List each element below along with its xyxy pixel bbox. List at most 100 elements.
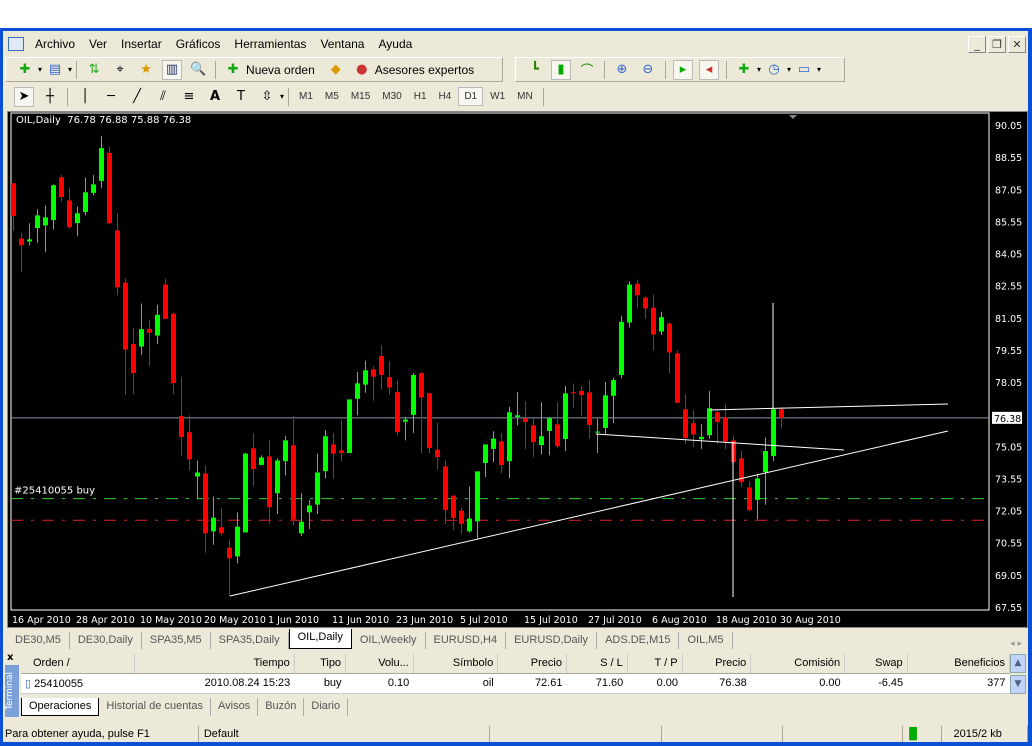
menu-archivo[interactable]: Archivo <box>30 37 84 51</box>
auto-scroll-icon[interactable]: ▸ <box>673 59 693 80</box>
table-row[interactable]: ▯ 25410055 2010.08.24 15:23 buy 0.10 oil 72.6… <box>21 673 1010 694</box>
column-header[interactable]: S / L <box>566 654 628 674</box>
templates-icon[interactable]: ▭ <box>794 60 814 80</box>
chart-tab[interactable]: DE30,Daily <box>70 632 142 649</box>
chart-tab[interactable]: EURUSD,Daily <box>506 632 598 649</box>
new-chart-icon[interactable]: ✚ <box>15 60 35 80</box>
column-header[interactable]: Beneficios <box>907 654 1011 674</box>
app-icon[interactable] <box>8 37 24 51</box>
candle-body <box>363 370 368 385</box>
timeframe-m30[interactable]: M30 <box>377 88 406 105</box>
menu-insertar[interactable]: Insertar <box>116 37 171 51</box>
timeframe-m5[interactable]: M5 <box>320 88 344 105</box>
equidistant-channel-icon[interactable]: ⫽ <box>153 87 173 107</box>
market-watch-icon[interactable]: ⇅ <box>84 60 104 80</box>
timeframe-w1[interactable]: W1 <box>485 88 510 105</box>
zoom-out-icon[interactable]: ⊖ <box>638 60 658 80</box>
menu-graficos[interactable]: Gráficos <box>171 37 230 51</box>
zoom-in-icon[interactable]: ⊕ <box>612 60 632 80</box>
text-icon[interactable]: A <box>205 87 225 107</box>
expert-advisors-button[interactable]: Asesores expertos <box>375 63 474 77</box>
terminal-tab[interactable]: Operaciones <box>21 698 100 716</box>
chart-tab[interactable]: OIL,M5 <box>679 632 733 649</box>
column-header[interactable]: Comisión <box>750 654 846 674</box>
column-header[interactable]: Volu... <box>345 654 414 674</box>
candlestick-icon[interactable]: ▮ <box>551 59 571 80</box>
candle-body <box>43 217 48 226</box>
chart-window[interactable]: #25410055 buy 90.05 88.55 87.05 85.55 84.05 82… <box>7 111 1028 628</box>
candle-body <box>259 457 264 465</box>
periods-icon[interactable]: ◷ <box>764 60 784 80</box>
timeframe-h1[interactable]: H1 <box>409 88 432 105</box>
trendline <box>229 430 949 597</box>
menu-ayuda[interactable]: Ayuda <box>373 37 421 51</box>
fibonacci-icon[interactable]: ≡ <box>179 87 199 107</box>
close-button[interactable]: ✕ <box>1008 36 1026 53</box>
column-header[interactable]: Tipo <box>294 654 347 674</box>
column-header[interactable]: Símbolo <box>413 654 499 674</box>
strategy-tester-icon[interactable]: 🔍 <box>188 60 208 80</box>
column-header[interactable]: T / P <box>627 654 683 674</box>
timeframe-m15[interactable]: M15 <box>346 88 375 105</box>
column-header[interactable]: Precio <box>682 654 752 674</box>
warning-icon[interactable]: ◆ <box>326 60 346 80</box>
chart-header: OIL,Daily 76.78 76.88 75.88 76.38 <box>16 115 191 126</box>
line-chart-icon[interactable]: ⌒ <box>577 60 597 80</box>
scroll-down-icon[interactable]: ▼ <box>1010 675 1026 694</box>
terminal-scrollbar[interactable]: ▲ ▼ <box>1010 654 1027 695</box>
candle-body <box>171 313 176 384</box>
cursor-icon[interactable]: ➤ <box>14 86 34 107</box>
arrows-icon[interactable]: ⇳ <box>257 87 277 107</box>
terminal-tab[interactable]: Diario <box>304 698 349 716</box>
terminal-icon[interactable]: ▥ <box>162 59 183 80</box>
terminal-tab[interactable]: Buzón <box>258 698 305 716</box>
restore-button[interactable]: ❐ <box>988 36 1006 53</box>
chart-tab[interactable]: SPA35,Daily <box>211 632 289 649</box>
table-cell: 0.10 <box>345 673 414 694</box>
candlestick-chart[interactable]: #25410055 buy 90.05 88.55 87.05 85.55 84.05 82… <box>8 112 1029 629</box>
menu-herramientas[interactable]: Herramientas <box>229 37 315 51</box>
chart-symbol: OIL,Daily <box>16 115 61 126</box>
horizontal-line-icon[interactable]: ─ <box>101 87 121 107</box>
timeframe-d1[interactable]: D1 <box>458 87 484 106</box>
candle-body <box>619 321 624 375</box>
navigator-icon[interactable]: ★ <box>136 60 156 80</box>
terminal-tab[interactable]: Avisos <box>211 698 259 716</box>
new-order-button[interactable]: Nueva orden <box>246 63 315 77</box>
candle-body <box>275 460 280 494</box>
crosshair-icon[interactable]: ⌖ <box>110 60 130 80</box>
trendline-icon[interactable]: ╱ <box>127 87 147 107</box>
chart-tab[interactable]: ADS.DE,M15 <box>597 632 680 649</box>
vertical-line-icon[interactable]: │ <box>75 87 95 107</box>
column-header[interactable]: Orden / <box>21 654 135 674</box>
candle-body <box>715 412 720 422</box>
timeframe-h4[interactable]: H4 <box>434 88 457 105</box>
profiles-icon[interactable]: ▤ <box>45 60 65 80</box>
new-order-icon[interactable]: ✚ <box>223 60 243 80</box>
expert-advisors-icon[interactable]: ● <box>352 60 372 80</box>
table-cell: 0.00 <box>627 673 683 694</box>
column-header[interactable]: Precio <box>497 654 567 674</box>
terminal-tab[interactable]: Historial de cuentas <box>99 698 211 716</box>
scroll-up-icon[interactable]: ▲ <box>1010 654 1026 673</box>
crosshair-tool-icon[interactable]: ┼ <box>40 87 60 107</box>
menu-ventana[interactable]: Ventana <box>315 37 373 51</box>
chart-tab[interactable]: OIL,Daily <box>288 629 352 649</box>
column-header[interactable]: Swap <box>844 654 908 674</box>
minimize-button[interactable]: _ <box>968 36 986 53</box>
timeframe-m1[interactable]: M1 <box>294 88 318 105</box>
indicators-icon[interactable]: ✚ <box>734 60 754 80</box>
menu-ver[interactable]: Ver <box>84 37 116 51</box>
timeframe-mn[interactable]: MN <box>512 88 538 105</box>
terminal-close-icon[interactable]: x <box>7 652 13 663</box>
chart-tab[interactable]: OIL,Weekly <box>352 632 426 649</box>
chart-tab[interactable]: EURUSD,H4 <box>426 632 507 649</box>
text-label-icon[interactable]: T <box>231 87 251 107</box>
chart-shift-icon[interactable]: ◂ <box>699 59 719 80</box>
chart-tab[interactable]: SPA35,M5 <box>142 632 211 649</box>
x-tick-label: 30 Aug 2010 <box>780 615 841 626</box>
bar-chart-icon[interactable]: ┗ <box>525 60 545 80</box>
column-header[interactable]: Tiempo <box>134 654 295 674</box>
tab-scroll-arrows-icon[interactable]: ◂ ▸ <box>1010 639 1028 649</box>
chart-tab[interactable]: DE30,M5 <box>7 632 70 649</box>
